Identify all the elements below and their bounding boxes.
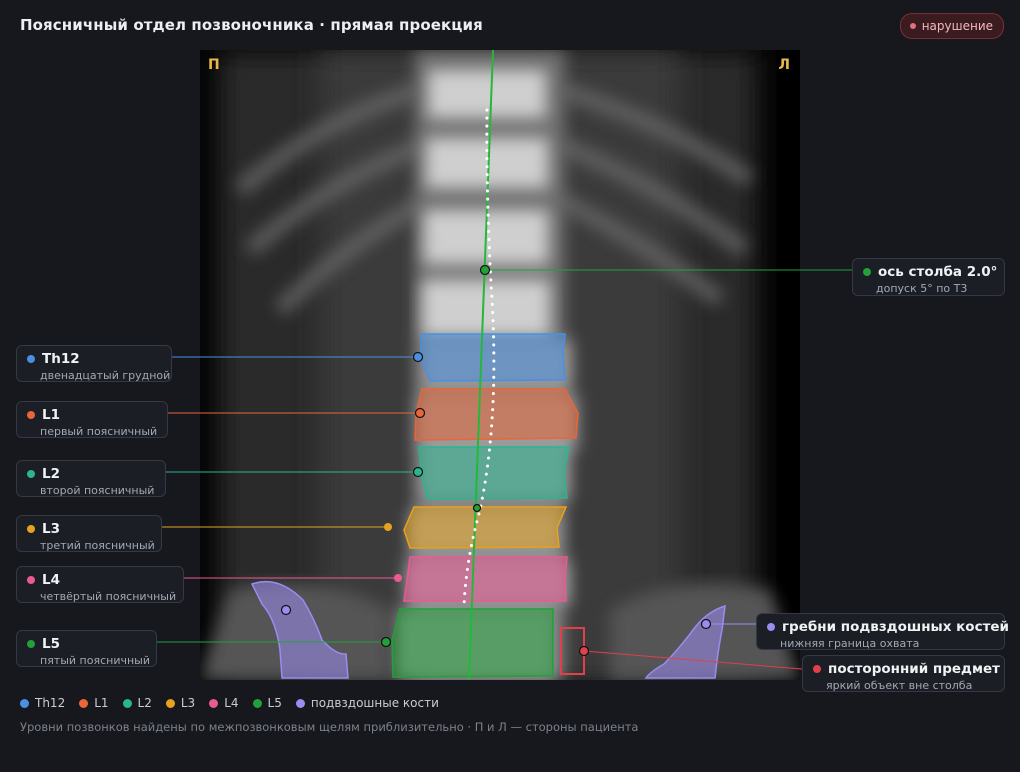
l4-dot-icon [27, 576, 35, 584]
side-marker-right-patient: П [208, 57, 220, 73]
label-subtitle: яркий объект вне столба [826, 679, 973, 692]
status-badge: нарушение [899, 13, 1004, 39]
th12-legend-dot-icon [20, 698, 29, 708]
legend-item-l2: L2 [122, 696, 152, 710]
side-marker-left-patient: Л [778, 57, 790, 73]
l3-legend-dot-icon [165, 698, 175, 708]
legend-label: Th12 [35, 696, 66, 710]
label-subtitle: пятый поясничный [40, 654, 150, 667]
label-card-foreign-object[interactable]: посторонний предмет яркий объект вне сто… [802, 655, 1005, 692]
label-card-l2[interactable]: L2 второй поясничный [16, 460, 166, 497]
label-title: L5 [42, 636, 60, 652]
xray-viewer[interactable]: П Л [200, 50, 800, 680]
l2-legend-dot-icon [122, 698, 132, 708]
footnote: Уровни позвонков найдены по межпозвонков… [20, 720, 639, 734]
l1-legend-dot-icon [79, 698, 89, 708]
legend: Th12 L1 L2 L3 L4 L5 подвздошные кости [20, 696, 439, 710]
legend-label: L1 [94, 696, 109, 710]
l5-dot-icon [27, 640, 35, 648]
label-title: ось столба 2.0° [878, 264, 998, 280]
l2-dot-icon [27, 470, 35, 478]
page-title: Поясничный отдел позвоночника · прямая п… [20, 16, 483, 34]
label-card-l3[interactable]: L3 третий поясничный [16, 515, 162, 552]
l3-dot-icon [27, 525, 35, 533]
label-title: Th12 [42, 351, 80, 367]
l4-legend-dot-icon [209, 698, 219, 708]
status-dot-icon [909, 23, 916, 29]
xray-image [200, 50, 800, 680]
label-title: L3 [42, 521, 60, 537]
foreign-dot-icon [813, 665, 821, 673]
legend-item-l4: L4 [209, 696, 239, 710]
label-subtitle: нижняя граница охвата [780, 637, 920, 650]
th12-dot-icon [27, 355, 35, 363]
axis-dot-icon [863, 268, 871, 276]
legend-item-th12: Th12 [20, 696, 65, 710]
label-title: посторонний предмет [828, 661, 1000, 677]
label-card-iliac-crests[interactable]: гребни подвздошных костей нижняя граница… [756, 613, 1009, 650]
legend-label: подвздошные кости [310, 696, 439, 710]
legend-label: L3 [180, 696, 196, 710]
legend-label: L2 [137, 696, 152, 710]
l5-legend-dot-icon [252, 698, 262, 708]
legend-item-l3: L3 [165, 696, 196, 710]
legend-label: L5 [267, 696, 282, 710]
label-title: L2 [42, 466, 60, 482]
label-subtitle: первый поясничный [40, 425, 158, 438]
iliac-legend-dot-icon [295, 698, 305, 708]
l1-dot-icon [27, 411, 35, 419]
label-card-l1[interactable]: L1 первый поясничный [16, 401, 168, 438]
legend-item-l5: L5 [252, 696, 282, 710]
label-subtitle: второй поясничный [40, 484, 155, 497]
label-title: гребни подвздошных костей [782, 619, 1010, 635]
label-title: L1 [42, 407, 60, 423]
label-card-l4[interactable]: L4 четвёртый поясничный [16, 566, 184, 603]
label-title: L4 [42, 572, 60, 588]
label-subtitle: четвёртый поясничный [40, 590, 177, 603]
label-subtitle: допуск 5° по Т3 [876, 282, 968, 295]
iliac-dot-icon [767, 623, 775, 631]
legend-item-iliac: подвздошные кости [295, 696, 439, 710]
legend-label: L4 [224, 696, 239, 710]
label-subtitle: третий поясничный [40, 539, 155, 552]
legend-item-l1: L1 [79, 696, 109, 710]
label-card-l5[interactable]: L5 пятый поясничный [16, 630, 157, 667]
label-card-th12[interactable]: Th12 двенадцатый грудной [16, 345, 172, 382]
status-badge-label: нарушение [921, 19, 993, 33]
label-card-spinal-axis[interactable]: ось столба 2.0° допуск 5° по Т3 [852, 258, 1005, 296]
label-subtitle: двенадцатый грудной [40, 369, 171, 382]
